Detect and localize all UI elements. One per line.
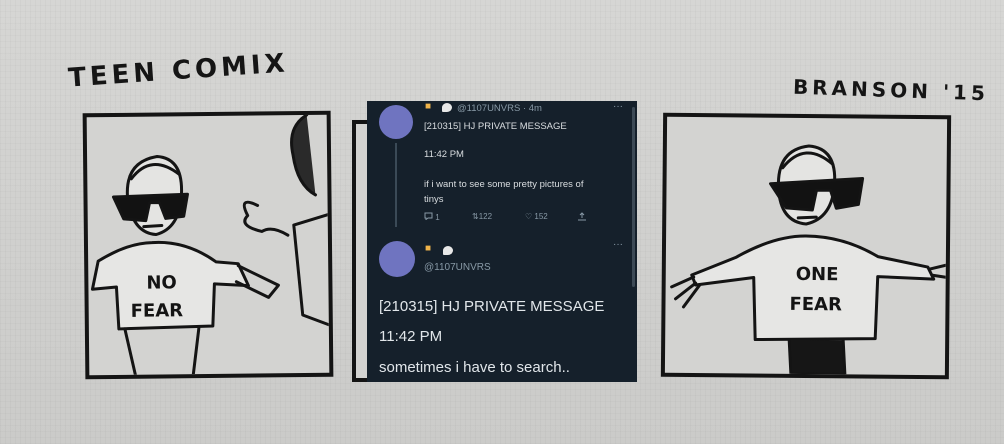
tweet-text-line: [210315] HJ PRIVATE MESSAGE (424, 121, 567, 132)
more-options-icon[interactable]: ··· (613, 101, 623, 112)
squirrel-icon: ■ (425, 101, 432, 112)
avatar[interactable] (379, 241, 415, 277)
one-fear-drawing: ONE FEAR (670, 144, 948, 376)
tweet-actions: 1 ⇅122 ♡ 152 (424, 212, 614, 226)
tweet-text-line: 11:42 PM (424, 149, 464, 160)
like-button[interactable]: ♡ 152 (525, 212, 548, 221)
avatar[interactable] (379, 105, 413, 139)
tweet-handle[interactable]: @1107UNVRS (424, 262, 491, 273)
speech-bubble-icon (443, 246, 453, 255)
tweet-handle-time[interactable]: @1107UNVRS · 4m (457, 103, 542, 114)
thread-connector (395, 143, 397, 227)
shirt-text-bottom: FEAR (789, 294, 842, 315)
like-count: 152 (534, 212, 548, 221)
shirt-text-top: ONE (796, 264, 839, 285)
tweet-text-line: tinys (424, 194, 444, 205)
tweet-text-line: sometimes i have to search.. (379, 359, 570, 376)
reply-count: 1 (435, 213, 440, 222)
speech-bubble-icon (442, 103, 452, 112)
more-options-icon[interactable]: ··· (613, 239, 623, 250)
tweet-text-line: [210315] HJ PRIVATE MESSAGE (379, 298, 605, 315)
shirt-text-bottom: FEAR (131, 300, 184, 322)
comic-panel-right: ONE FEAR (660, 112, 952, 380)
retweet-button[interactable]: ⇅122 (472, 212, 492, 221)
share-icon (578, 212, 586, 221)
tweet-thread: ■ @1107UNVRS · 4m ··· [210315] HJ PRIVAT… (367, 101, 637, 382)
squirrel-icon: ■ (425, 243, 432, 254)
reply-icon (424, 212, 433, 221)
retweet-count: 122 (478, 212, 493, 221)
retweet-icon: ⇅ (472, 212, 479, 221)
tweet-text-line: if i want to see some pretty pictures of (424, 179, 584, 190)
reply-button[interactable]: 1 (424, 212, 440, 222)
no-fear-drawing: NO FEAR (90, 114, 330, 376)
shirt-text-top: NO (146, 272, 177, 293)
comic-panel-left: NO FEAR (82, 110, 334, 380)
share-button[interactable] (577, 212, 587, 223)
heart-icon: ♡ (525, 212, 533, 221)
scrollbar[interactable] (632, 107, 635, 287)
tweet-text-line: 11:42 PM (379, 328, 443, 345)
